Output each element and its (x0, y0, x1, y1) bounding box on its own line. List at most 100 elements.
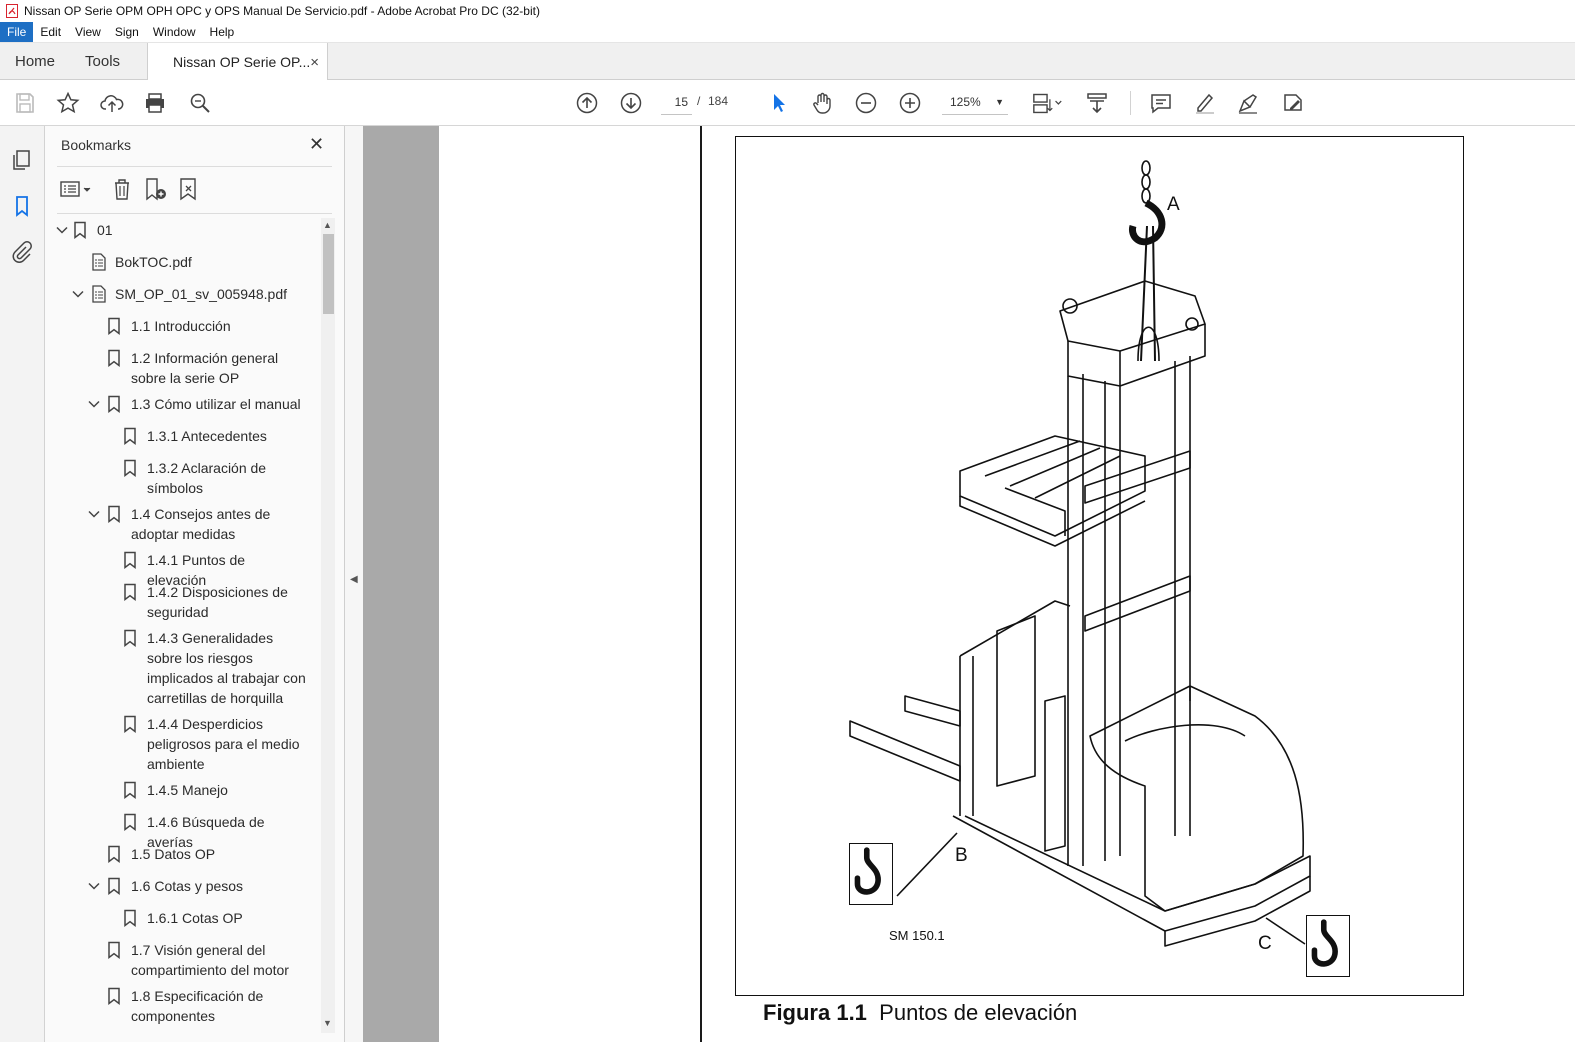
bookmark-icon (107, 940, 123, 960)
bookmarks-title: Bookmarks (61, 137, 132, 153)
toolbar-divider (1130, 91, 1131, 115)
menu-window[interactable]: Window (146, 22, 203, 42)
chevron-down-icon[interactable] (87, 876, 101, 896)
bookmark-label: 1.6.1 Cotas OP (147, 910, 243, 926)
divider (57, 213, 332, 214)
navigation-rail (0, 126, 45, 1042)
bookmark-item[interactable]: 1.4.4 Desperdicios peligrosos para el me… (109, 714, 307, 774)
chevron-down-icon[interactable] (55, 220, 69, 240)
bookmark-item[interactable]: 1.1 Introducción (93, 316, 307, 336)
bookmark-item[interactable]: 1.4.5 Manejo (109, 780, 307, 800)
menu-edit[interactable]: Edit (33, 22, 68, 42)
bookmark-item[interactable]: 1.4.2 Disposiciones de seguridad (109, 582, 307, 622)
bookmark-item[interactable]: 1.5 Datos OP (93, 844, 307, 864)
comment-icon[interactable] (1148, 90, 1174, 116)
bookmark-item[interactable]: 1.7 Visión general del compartimiento de… (93, 940, 307, 980)
bookmark-item[interactable]: 1.4 Consejos antes de adoptar medidas (87, 504, 307, 544)
bookmarks-panel-icon[interactable] (10, 194, 34, 218)
page-number-input[interactable]: 15 (661, 90, 692, 115)
edit-pdf-icon[interactable] (1280, 90, 1306, 116)
bookmark-item[interactable]: 1.3.1 Antecedentes (109, 426, 307, 446)
delete-bookmark-icon[interactable] (109, 176, 135, 202)
attachments-icon[interactable] (10, 240, 34, 264)
previous-page-icon[interactable] (574, 90, 600, 116)
zoom-out-icon[interactable] (853, 90, 879, 116)
bookmark-icon (123, 458, 139, 478)
bookmark-icon (107, 348, 123, 368)
bookmark-from-structure-icon[interactable] (177, 176, 203, 202)
bookmark-label: 1.4.2 Disposiciones de seguridad (147, 584, 288, 620)
menu-help[interactable]: Help (203, 22, 242, 42)
page-background (363, 126, 439, 1042)
title-bar: Nissan OP Serie OPM OPH OPC y OPS Manual… (0, 0, 1575, 22)
bookmark-item[interactable]: BokTOC.pdf (77, 252, 307, 272)
bookmark-icon (73, 220, 89, 240)
bookmark-item[interactable]: 1.6 Cotas y pesos (87, 876, 307, 896)
tab-close-icon[interactable]: × (310, 54, 319, 71)
bookmark-options-icon[interactable] (59, 176, 93, 202)
tab-tools[interactable]: Tools (70, 43, 135, 79)
scrolling-mode-icon[interactable] (1084, 90, 1110, 116)
main-toolbar: 15 / 184 125% ▼ (0, 80, 1575, 126)
pdf-doc-icon (91, 284, 107, 304)
scroll-up-icon[interactable]: ▲ (323, 220, 332, 230)
star-icon[interactable] (55, 90, 81, 116)
fill-sign-icon[interactable] (1235, 90, 1261, 116)
bookmark-icon (107, 316, 123, 336)
new-bookmark-icon[interactable] (143, 176, 169, 202)
bookmark-label: 1.2 Información general sobre la serie O… (131, 350, 279, 386)
page-display-icon[interactable] (1030, 90, 1066, 116)
chevron-down-icon[interactable] (87, 504, 101, 524)
menu-view[interactable]: View (68, 22, 108, 42)
lift-point-a-label: A (1167, 194, 1180, 215)
find-zoom-icon[interactable] (187, 90, 213, 116)
bookmark-label: 1.8 Especificación de componentes (131, 988, 264, 1024)
scrollbar-thumb[interactable] (323, 234, 334, 314)
figure-title: Puntos de elevación (879, 1000, 1078, 1025)
zoom-in-icon[interactable] (897, 90, 923, 116)
bookmark-label: 1.4.4 Desperdicios peligrosos para el me… (147, 716, 300, 772)
bookmark-item[interactable]: 1.3.2 Aclaración de símbolos (109, 458, 307, 498)
bookmark-item[interactable]: SM_OP_01_sv_005948.pdf (71, 284, 307, 304)
page-thumbnails-icon[interactable] (10, 148, 34, 172)
scroll-down-icon[interactable]: ▼ (323, 1018, 332, 1028)
bookmark-item[interactable]: 1.8 Especificación de componentes (93, 986, 307, 1026)
hand-tool-icon[interactable] (809, 90, 835, 116)
bookmark-icon (123, 780, 139, 800)
total-pages: 184 (708, 94, 729, 108)
bookmark-item[interactable]: 01 (55, 220, 307, 240)
select-cursor-icon[interactable] (766, 90, 792, 116)
chevron-down-icon[interactable] (71, 284, 85, 304)
bookmark-item[interactable]: 1.6.1 Cotas OP (109, 908, 307, 928)
bookmark-label: 01 (97, 222, 113, 238)
close-icon[interactable]: ✕ (309, 134, 324, 155)
highlight-pen-icon[interactable] (1192, 90, 1218, 116)
bookmark-item[interactable]: 1.3 Cómo utilizar el manual (87, 394, 307, 414)
save-icon[interactable] (12, 90, 38, 116)
menu-file[interactable]: File (0, 22, 34, 42)
zoom-level-select[interactable]: 125% ▼ (942, 90, 1008, 115)
bookmark-icon (107, 986, 123, 1006)
collapse-panel-icon[interactable]: ◀ (350, 574, 358, 585)
chevron-down-icon[interactable] (87, 394, 101, 414)
zoom-level-value: 125% (950, 95, 981, 109)
lifting-hook-icon (1306, 915, 1350, 977)
bookmarks-scrollbar[interactable]: ▲ ▼ (321, 218, 335, 1033)
tab-document[interactable]: Nissan OP Serie OP... × (147, 43, 329, 81)
print-icon[interactable] (142, 90, 168, 116)
menu-sign[interactable]: Sign (108, 22, 146, 42)
next-page-icon[interactable] (618, 90, 644, 116)
upload-cloud-icon[interactable] (99, 90, 125, 116)
bookmark-item[interactable]: 1.2 Información general sobre la serie O… (93, 348, 307, 388)
tab-home[interactable]: Home (0, 43, 70, 79)
bookmark-item[interactable]: 1.4.3 Generalidades sobre los riesgos im… (109, 628, 307, 708)
